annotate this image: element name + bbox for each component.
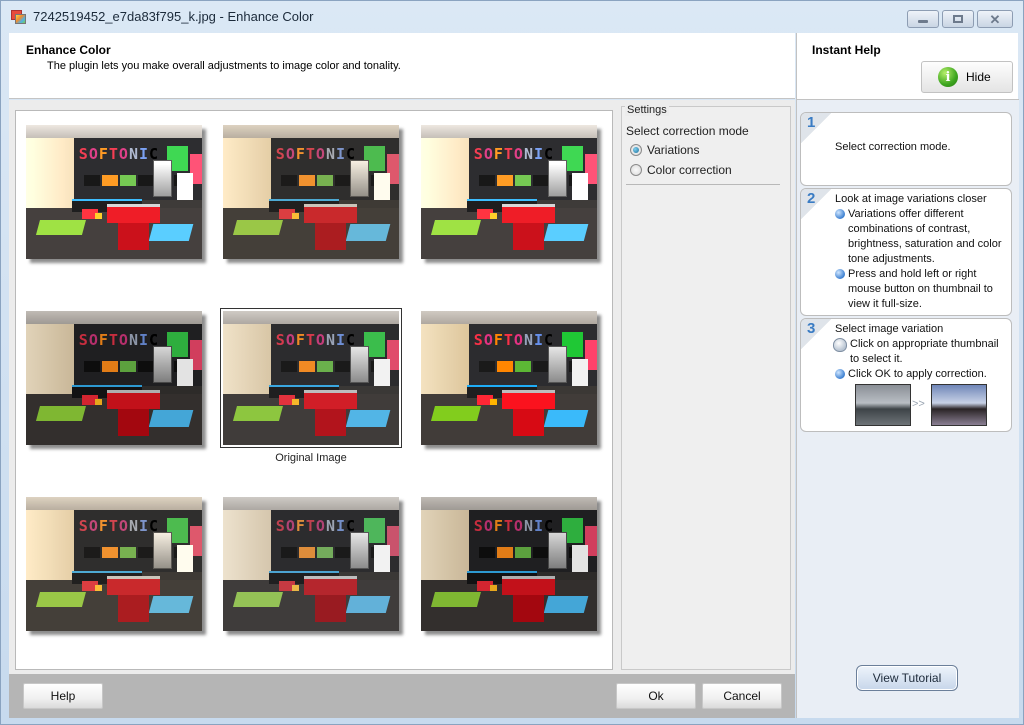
radio-label: Variations [647,143,700,157]
info-icon: i [938,67,958,87]
bullet-icon [835,209,845,219]
thumbnail-image: SOFTONIC [223,311,399,445]
thumbnail-variation[interactable]: SOFTONIC [421,497,597,631]
bullet-text: Click on appropriate thumbnail to select… [850,338,999,365]
correction-mode-label: Select correction mode [626,124,749,138]
thumbnail-variation[interactable]: SOFTONIC [223,125,399,259]
thumbnail-image: SOFTONIC [26,497,202,631]
radio-variations[interactable]: Variations [630,143,699,157]
minimize-icon [918,19,928,23]
step-bullet: Click on appropriate thumbnail to select… [833,337,1005,367]
mouse-icon [833,338,847,352]
bullet-text: Press and hold left or right mouse butto… [848,268,993,310]
thumbnail-image: SOFTONIC [421,125,597,259]
thumbnail-original[interactable]: SOFTONIC [220,308,402,448]
demo-arrow: >> [912,398,925,410]
cancel-button[interactable]: Cancel [702,683,782,709]
step-corner [801,189,831,219]
title-bar[interactable]: 7242519452_e7da83f795_k.jpg - Enhance Co… [1,1,1023,33]
close-button[interactable]: ✕ [977,10,1013,28]
thumbnail-variation[interactable]: SOFTONIC [421,125,597,259]
demo-after-image [931,384,987,426]
plugin-description: The plugin lets you make overall adjustm… [47,60,401,72]
enhance-color-window: 7242519452_e7da83f795_k.jpg - Enhance Co… [0,0,1024,725]
help-step-2: 2 Look at image variations closer Variat… [800,188,1012,316]
hide-label: Hide [966,70,991,84]
thumbnail-variation[interactable]: SOFTONIC [26,311,202,445]
thumbnail-image: SOFTONIC [421,497,597,631]
thumbnail-image: SOFTONIC [421,311,597,445]
thumbnail-image: SOFTONIC [223,497,399,631]
view-tutorial-button[interactable]: View Tutorial [856,665,958,691]
hide-help-button[interactable]: i Hide [921,61,1013,93]
bullet-icon [835,269,845,279]
button-bar: Help Ok Cancel [9,674,795,718]
plugin-title: Enhance Color [26,43,111,57]
window-title: 7242519452_e7da83f795_k.jpg - Enhance Co… [33,9,314,24]
help-steps: 1 Select correction mode. 2 Look at imag… [797,100,1019,718]
bullet-icon [835,369,845,379]
step-bullet: Variations offer different combinations … [835,207,1007,267]
help-button[interactable]: Help [23,683,103,709]
radio-button-checked[interactable] [630,144,642,156]
step-number: 3 [807,320,816,337]
demo-before-image [855,384,911,426]
app-icon [11,10,27,25]
main-area: SOFTONIC SOFTONIC SOFTONIC SOFTONIC SOFTONIC… [9,100,795,718]
help-step-3: 3 Select image variation Click on approp… [800,318,1012,432]
settings-panel: Settings Select correction mode Variatio… [621,104,791,670]
thumbnail-variation[interactable]: SOFTONIC [421,311,597,445]
step-heading: Select image variation [835,323,944,335]
step-heading: Select correction mode. [835,141,951,153]
bullet-text: Click OK to apply correction. [848,368,987,380]
step-number: 1 [807,114,816,131]
thumbnail-variation[interactable]: SOFTONIC [26,125,202,259]
step-number: 2 [807,190,816,207]
instant-help-panel: Instant Help i Hide 1 Select correction … [796,33,1019,718]
step-bullet: Press and hold left or right mouse butto… [835,267,1007,312]
settings-legend: Settings [625,104,669,116]
variations-grid: SOFTONIC SOFTONIC SOFTONIC SOFTONIC SOFTONIC… [15,110,613,670]
thumbnail-image: SOFTONIC [26,311,202,445]
thumbnail-variation[interactable]: SOFTONIC [26,497,202,631]
step-bullet: Click OK to apply correction. [835,367,1007,382]
divider [626,184,780,185]
radio-button[interactable] [630,164,642,176]
radio-label: Color correction [647,163,732,177]
radio-color-correction[interactable]: Color correction [630,163,732,177]
help-title: Instant Help [812,43,881,57]
minimize-button[interactable] [907,10,939,28]
plugin-header: Enhance Color The plugin lets you make o… [9,33,795,99]
close-icon: ✕ [989,11,1001,27]
help-step-1: 1 Select correction mode. [800,112,1012,186]
thumbnail-image: SOFTONIC [223,125,399,259]
maximize-icon [953,15,963,23]
maximize-button[interactable] [942,10,974,28]
step-heading: Look at image variations closer [835,193,987,205]
step-corner [801,319,831,349]
thumbnail-caption: Original Image [275,452,347,464]
thumbnail-variation[interactable]: SOFTONIC [223,497,399,631]
ok-button[interactable]: Ok [616,683,696,709]
thumbnail-image: SOFTONIC [26,125,202,259]
bullet-text: Variations offer different combinations … [848,208,1002,265]
step-corner [801,113,831,143]
